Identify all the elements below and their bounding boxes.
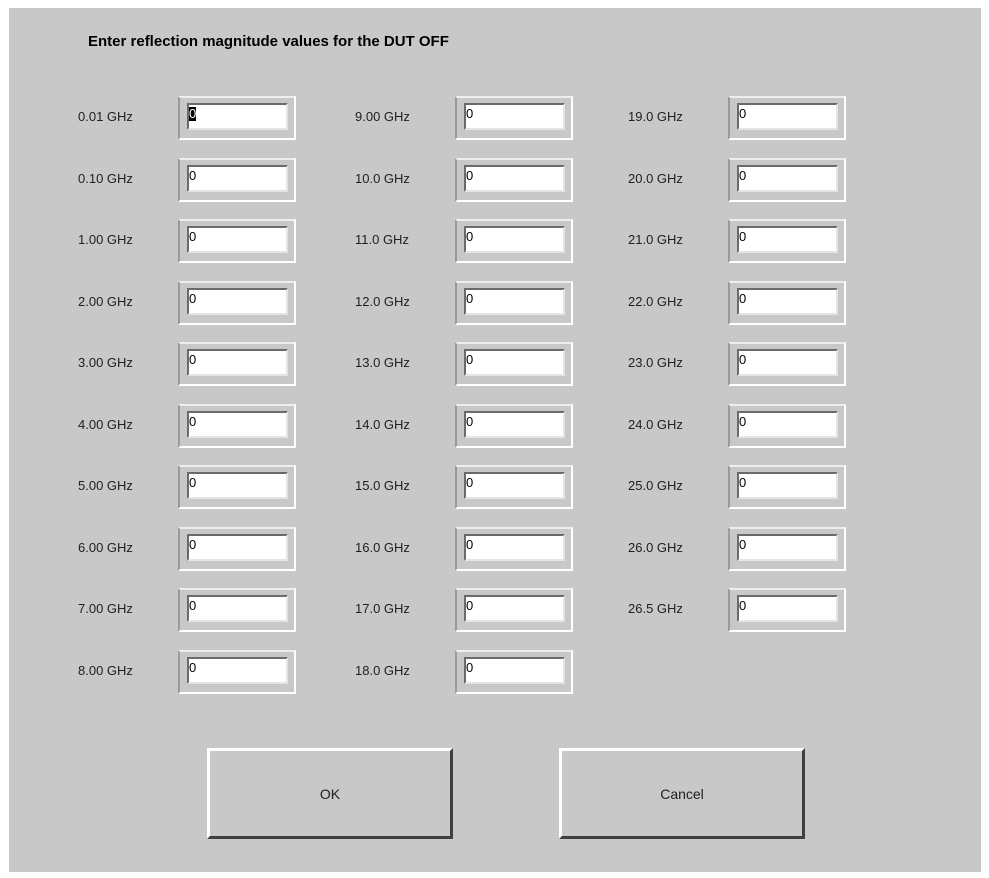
magnitude-field-frame: 0 <box>178 465 296 509</box>
frequency-label-14-0-ghz: 14.0 GHz <box>355 417 410 432</box>
magnitude-input-17-0-ghz[interactable] <box>464 595 565 622</box>
magnitude-field-frame: 0 <box>728 588 846 632</box>
magnitude-input-26-0-ghz[interactable] <box>737 534 838 561</box>
reflection-magnitude-dialog: Enter reflection magnitude values for th… <box>9 8 981 872</box>
frequency-label-21-0-ghz: 21.0 GHz <box>628 232 683 247</box>
magnitude-field-frame: 0 <box>178 527 296 571</box>
magnitude-input-22-0-ghz[interactable] <box>737 288 838 315</box>
magnitude-input-16-0-ghz[interactable] <box>464 534 565 561</box>
magnitude-input-1-00-ghz[interactable] <box>187 226 288 253</box>
magnitude-input-20-0-ghz[interactable] <box>737 165 838 192</box>
frequency-label-20-0-ghz: 20.0 GHz <box>628 171 683 186</box>
frequency-label-26-0-ghz: 26.0 GHz <box>628 540 683 555</box>
frequency-label-15-0-ghz: 15.0 GHz <box>355 478 410 493</box>
magnitude-input-7-00-ghz[interactable] <box>187 595 288 622</box>
magnitude-input-19-0-ghz[interactable] <box>737 103 838 130</box>
frequency-label-5-00-ghz: 5.00 GHz <box>78 478 133 493</box>
frequency-label-18-0-ghz: 18.0 GHz <box>355 663 410 678</box>
frequency-label-16-0-ghz: 16.0 GHz <box>355 540 410 555</box>
frequency-label-0-01-ghz: 0.01 GHz <box>78 109 133 124</box>
frequency-label-13-0-ghz: 13.0 GHz <box>355 355 410 370</box>
frequency-label-6-00-ghz: 6.00 GHz <box>78 540 133 555</box>
frequency-label-11-0-ghz: 11.0 GHz <box>355 232 409 247</box>
magnitude-field-frame: 0 <box>455 158 573 202</box>
magnitude-field-frame: 0 <box>728 404 846 448</box>
frequency-label-12-0-ghz: 12.0 GHz <box>355 294 410 309</box>
magnitude-field-frame: 0 <box>178 650 296 694</box>
frequency-label-24-0-ghz: 24.0 GHz <box>628 417 683 432</box>
magnitude-input-11-0-ghz[interactable] <box>464 226 565 253</box>
magnitude-input-3-00-ghz[interactable] <box>187 349 288 376</box>
magnitude-field-frame: 0 <box>455 342 573 386</box>
magnitude-field-frame: 0 <box>728 342 846 386</box>
magnitude-input-24-0-ghz[interactable] <box>737 411 838 438</box>
magnitude-field-frame: 0 <box>728 465 846 509</box>
magnitude-field-frame: 0 <box>455 650 573 694</box>
frequency-label-3-00-ghz: 3.00 GHz <box>78 355 133 370</box>
magnitude-input-25-0-ghz[interactable] <box>737 472 838 499</box>
frequency-label-19-0-ghz: 19.0 GHz <box>628 109 683 124</box>
magnitude-field-frame: 0 <box>455 588 573 632</box>
magnitude-field-frame: 0 <box>455 281 573 325</box>
ok-button[interactable]: OK <box>207 748 453 839</box>
magnitude-field-frame: 0 <box>178 404 296 448</box>
magnitude-input-0-10-ghz[interactable] <box>187 165 288 192</box>
magnitude-input-8-00-ghz[interactable] <box>187 657 288 684</box>
frequency-label-10-0-ghz: 10.0 GHz <box>355 171 410 186</box>
magnitude-field-frame: 0 <box>178 281 296 325</box>
magnitude-input-2-00-ghz[interactable] <box>187 288 288 315</box>
magnitude-field-frame: 0 <box>728 527 846 571</box>
magnitude-field-frame: 0 <box>455 404 573 448</box>
frequency-label-7-00-ghz: 7.00 GHz <box>78 601 133 616</box>
frequency-label-23-0-ghz: 23.0 GHz <box>628 355 683 370</box>
magnitude-field-frame: 0 <box>455 219 573 263</box>
magnitude-input-21-0-ghz[interactable] <box>737 226 838 253</box>
frequency-label-26-5-ghz: 26.5 GHz <box>628 601 683 616</box>
frequency-label-1-00-ghz: 1.00 GHz <box>78 232 133 247</box>
magnitude-field-frame: 0 <box>178 219 296 263</box>
magnitude-field-frame: 0 <box>728 96 846 140</box>
frequency-label-0-10-ghz: 0.10 GHz <box>78 171 133 186</box>
magnitude-input-18-0-ghz[interactable] <box>464 657 565 684</box>
magnitude-field-frame: 0 <box>178 588 296 632</box>
magnitude-field-frame: 0 <box>178 158 296 202</box>
dialog-title: Enter reflection magnitude values for th… <box>88 33 449 50</box>
frequency-label-4-00-ghz: 4.00 GHz <box>78 417 133 432</box>
magnitude-input-6-00-ghz[interactable] <box>187 534 288 561</box>
cancel-button[interactable]: Cancel <box>559 748 805 839</box>
magnitude-input-13-0-ghz[interactable] <box>464 349 565 376</box>
magnitude-input-15-0-ghz[interactable] <box>464 472 565 499</box>
magnitude-field-frame: 0 <box>178 96 296 140</box>
magnitude-input-9-00-ghz[interactable] <box>464 103 565 130</box>
magnitude-field-frame: 0 <box>728 158 846 202</box>
magnitude-field-frame: 0 <box>728 281 846 325</box>
magnitude-input-26-5-ghz[interactable] <box>737 595 838 622</box>
magnitude-field-frame: 0 <box>728 219 846 263</box>
magnitude-field-frame: 0 <box>455 527 573 571</box>
frequency-label-8-00-ghz: 8.00 GHz <box>78 663 133 678</box>
magnitude-input-10-0-ghz[interactable] <box>464 165 565 192</box>
frequency-label-25-0-ghz: 25.0 GHz <box>628 478 683 493</box>
magnitude-field-frame: 0 <box>178 342 296 386</box>
frequency-label-22-0-ghz: 22.0 GHz <box>628 294 683 309</box>
magnitude-input-4-00-ghz[interactable] <box>187 411 288 438</box>
magnitude-input-12-0-ghz[interactable] <box>464 288 565 315</box>
frequency-label-9-00-ghz: 9.00 GHz <box>355 109 410 124</box>
magnitude-input-0-01-ghz[interactable] <box>187 103 288 130</box>
frequency-label-17-0-ghz: 17.0 GHz <box>355 601 410 616</box>
magnitude-input-14-0-ghz[interactable] <box>464 411 565 438</box>
magnitude-field-frame: 0 <box>455 465 573 509</box>
magnitude-input-5-00-ghz[interactable] <box>187 472 288 499</box>
magnitude-input-23-0-ghz[interactable] <box>737 349 838 376</box>
magnitude-field-frame: 0 <box>455 96 573 140</box>
frequency-label-2-00-ghz: 2.00 GHz <box>78 294 133 309</box>
